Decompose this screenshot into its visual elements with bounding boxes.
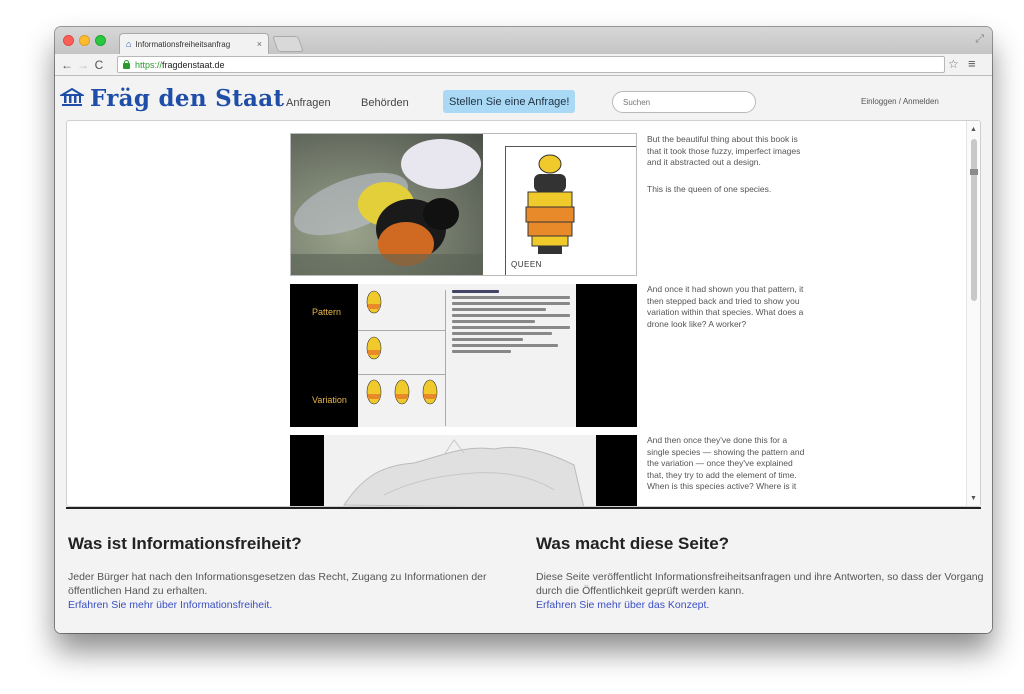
site-logo[interactable]: Fräg den Staat: [58, 85, 285, 112]
reference-text-block: [452, 290, 570, 356]
browser-window: ⌂ Informationsfreiheitsanfrag × ⤢ ← → C …: [55, 27, 992, 633]
pattern-variation-panel: Pattern Variation: [290, 284, 637, 427]
close-tab-icon[interactable]: ×: [257, 39, 262, 49]
bookmark-star-icon[interactable]: ☆: [948, 57, 959, 71]
browser-tab[interactable]: ⌂ Informationsfreiheitsanfrag ×: [119, 33, 269, 54]
caption-2: This is the queen of one species.: [647, 184, 772, 194]
caption-3: And once it had shown you that pattern, …: [647, 284, 804, 329]
address-bar[interactable]: https:// fragdenstaat.de: [117, 56, 945, 73]
maximize-window-icon[interactable]: [95, 35, 106, 46]
footer-info-link[interactable]: Erfahren Sie mehr über Informationsfreih…: [68, 598, 488, 612]
range-map: [324, 435, 596, 506]
site-header: Fräg den Staat Anfragen Behörden Stellen…: [55, 77, 992, 117]
queen-diagram: [505, 146, 636, 275]
footer-info-title: Was ist Informationsfreiheit?: [68, 534, 302, 553]
pattern-label: Pattern: [312, 307, 342, 317]
url-host: fragdenstaat.de: [162, 59, 225, 70]
scroll-down-icon[interactable]: ▼: [970, 495, 977, 502]
bee-photo-panel: QUEEN: [290, 133, 637, 276]
footer-about-title: Was macht diese Seite?: [536, 534, 730, 553]
forward-icon[interactable]: →: [75, 58, 91, 72]
lock-icon: [122, 60, 131, 69]
tab-title: Informationsfreiheitsanfrag: [135, 39, 231, 49]
new-request-button[interactable]: Stellen Sie eine Anfrage!: [443, 90, 576, 113]
fullscreen-icon[interactable]: ⤢: [975, 33, 984, 46]
footer-about-link[interactable]: Erfahren Sie mehr über das Konzept.: [536, 598, 986, 612]
variation-label: Variation: [312, 395, 347, 405]
nav-behoerden[interactable]: Behörden: [361, 97, 409, 109]
footer-about-column: Was macht diese Seite? Diese Seite veröf…: [536, 534, 986, 612]
caption-4: And then once they've done this for a si…: [647, 435, 805, 491]
logo-text: Fräg den Staat: [90, 85, 285, 112]
scroll-thumb[interactable]: [971, 139, 977, 301]
grid-divider: [358, 330, 446, 331]
url-scheme: https://: [135, 59, 163, 70]
footer-info-column: Was ist Informationsfreiheit? Jeder Bürg…: [68, 534, 488, 612]
menu-icon[interactable]: ≡: [968, 56, 976, 71]
new-tab-button[interactable]: [272, 36, 304, 52]
embed-scrollbar[interactable]: ▲ ▼: [966, 121, 980, 506]
footer-info-text: Jeder Bürger hat nach den Informationsge…: [68, 571, 487, 597]
browser-toolbar: ← → C https:// fragdenstaat.de ☆ ≡: [55, 54, 992, 76]
footer-about-text: Diese Seite veröffentlicht Informationsf…: [536, 571, 984, 597]
reload-icon[interactable]: C: [91, 58, 107, 72]
close-window-icon[interactable]: [63, 35, 74, 46]
tab-strip: ⌂ Informationsfreiheitsanfrag × ⤢: [55, 27, 992, 54]
map-panel: [290, 435, 637, 506]
minimize-window-icon[interactable]: [79, 35, 90, 46]
search-input[interactable]: [612, 91, 756, 113]
scroll-up-icon[interactable]: ▲: [970, 126, 977, 133]
reference-sheet: [358, 284, 576, 427]
scroll-marker: [970, 169, 978, 175]
nav-anfragen[interactable]: Anfragen: [286, 97, 331, 109]
building-icon: [58, 87, 86, 111]
embed-divider: [66, 507, 981, 509]
login-link[interactable]: Einloggen / Anmelden: [861, 97, 939, 106]
embedded-content: QUEEN But the beautiful thing about this…: [66, 120, 981, 507]
window-controls: [63, 35, 106, 46]
favicon-icon: ⌂: [126, 39, 132, 49]
bee-pattern-grid: [358, 290, 446, 426]
bee-photo: [291, 134, 483, 275]
queen-label: QUEEN: [511, 260, 542, 269]
grid-divider: [358, 374, 446, 375]
back-icon[interactable]: ←: [59, 58, 75, 72]
caption-1: But the beautiful thing about this book …: [647, 134, 801, 167]
site-footer: Was ist Informationsfreiheit? Jeder Bürg…: [55, 512, 992, 633]
